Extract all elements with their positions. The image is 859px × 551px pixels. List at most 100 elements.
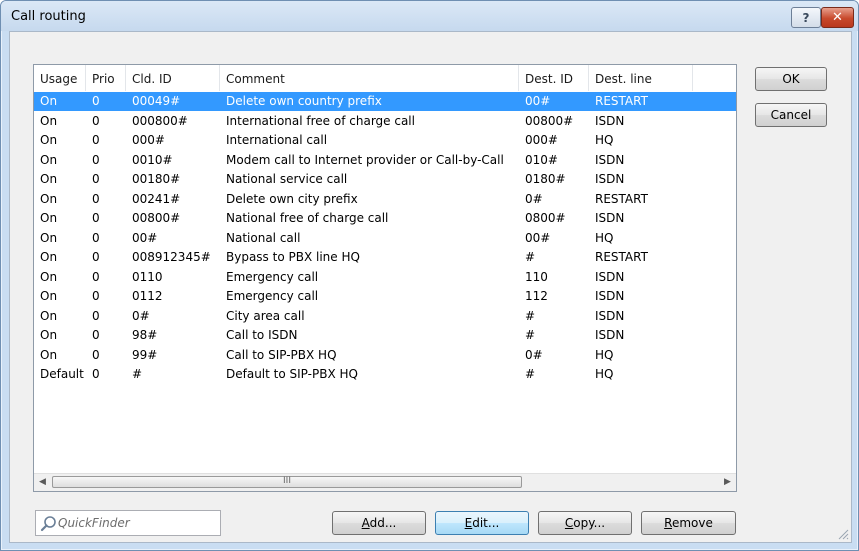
cell-dest-line: ISDN xyxy=(595,152,625,167)
cell-comment: City area call xyxy=(226,308,305,323)
cell-usage: On xyxy=(40,211,58,225)
cell-usage: On xyxy=(40,191,58,206)
scroll-thumb[interactable]: III xyxy=(52,476,522,488)
column-header-dest-line[interactable]: Dest. line xyxy=(589,65,693,91)
help-button[interactable]: ? xyxy=(791,7,821,28)
table-row[interactable]: On 0 0110 Emergency call 110 ISDN xyxy=(34,268,736,287)
cell-usage: On xyxy=(40,347,58,362)
column-header-cld-id[interactable]: Cld. ID xyxy=(126,65,220,91)
table-row[interactable]: On 0 98# Call to ISDN # ISDN xyxy=(34,326,736,345)
table-row[interactable]: On 0 00049# Delete own country prefix 00# RES… xyxy=(34,92,736,111)
cell-comment: Call to ISDN xyxy=(226,328,298,342)
call-routing-dialog: Call routing ? ✕ Usage Prio Cld. ID Comment… xyxy=(0,0,859,551)
cell-cld-id: # xyxy=(132,367,143,381)
cell-comment: International free of charge call xyxy=(226,113,415,128)
cell-usage: On xyxy=(40,308,58,323)
magnifier-icon xyxy=(40,516,56,532)
table-row[interactable]: On 0 000# International call 000# HQ xyxy=(34,131,736,150)
title-bar[interactable]: Call routing ? ✕ xyxy=(1,1,858,31)
close-button[interactable]: ✕ xyxy=(821,7,854,28)
copy-button-label: opy... xyxy=(573,516,606,530)
table-row[interactable]: On 0 008912345# Bypass to PBX line HQ # RESTA… xyxy=(34,248,736,267)
cell-dest-id: # xyxy=(525,328,536,342)
cell-dest-line: ISDN xyxy=(595,113,625,128)
scroll-left-icon[interactable]: ◀ xyxy=(34,474,51,491)
scroll-right-icon[interactable]: ▶ xyxy=(719,474,736,491)
table-row[interactable]: On 0 99# Call to SIP-PBX HQ 0# HQ xyxy=(34,346,736,365)
cell-prio: 0 xyxy=(92,328,100,342)
add-button[interactable]: Add... xyxy=(332,511,426,535)
cell-prio: 0 xyxy=(92,367,100,381)
cell-cld-id: 0110 xyxy=(132,269,163,284)
help-icon: ? xyxy=(802,10,810,25)
cell-dest-line: HQ xyxy=(595,133,614,147)
cell-comment: Modem call to Internet provider or Call-… xyxy=(226,152,504,167)
window-title: Call routing xyxy=(11,9,86,24)
cell-prio: 0 xyxy=(92,113,100,128)
table-row[interactable]: On 0 000800# International free of charge c… xyxy=(34,112,736,131)
column-header-comment[interactable]: Comment xyxy=(220,65,519,91)
column-header-dest-id[interactable]: Dest. ID xyxy=(519,65,589,91)
cell-usage: On xyxy=(40,269,58,284)
cell-comment: Delete own city prefix xyxy=(226,191,358,206)
cell-cld-id: 0112 xyxy=(132,289,163,303)
cell-dest-id: # xyxy=(525,308,536,323)
table-row[interactable]: On 0 00180# National service call 0180# ISDN xyxy=(34,170,736,189)
table-row[interactable]: On 0 0112 Emergency call 112 ISDN xyxy=(34,287,736,306)
cell-dest-line: ISDN xyxy=(595,328,625,342)
table-row[interactable]: On 0 00241# Delete own city prefix 0# RESTART xyxy=(34,190,736,209)
call-routing-table[interactable]: Usage Prio Cld. ID Comment Dest. ID Dest. lin… xyxy=(33,64,737,492)
cell-usage: On xyxy=(40,172,58,186)
cell-dest-line: HQ xyxy=(595,367,614,381)
table-row[interactable]: On 0 00800# National free of charge call 080… xyxy=(34,209,736,228)
cell-cld-id: 00241# xyxy=(132,191,181,206)
table-row[interactable]: Default 0 # Default to SIP-PBX HQ # HQ xyxy=(34,365,736,384)
copy-button[interactable]: Copy... xyxy=(538,511,632,535)
cell-dest-line: RESTART xyxy=(595,250,648,264)
cell-comment: Emergency call xyxy=(226,269,319,284)
table-row[interactable]: On 0 0010# Modem call to Internet provider … xyxy=(34,151,736,170)
cell-cld-id: 008912345# xyxy=(132,250,211,264)
resize-grip-icon[interactable] xyxy=(837,528,849,540)
remove-button[interactable]: Remove xyxy=(641,511,736,535)
cell-dest-line: ISDN xyxy=(595,269,625,284)
cell-dest-id: 00800# xyxy=(525,113,574,128)
cell-dest-id: 0180# xyxy=(525,172,566,186)
cell-comment: Bypass to PBX line HQ xyxy=(226,250,360,264)
cell-dest-id: 0# xyxy=(525,191,543,206)
cell-cld-id: 000# xyxy=(132,133,165,147)
horizontal-scrollbar[interactable]: ◀ III ▶ xyxy=(34,473,736,491)
cell-dest-id: # xyxy=(525,250,536,264)
cell-cld-id: 99# xyxy=(132,347,158,362)
column-header-usage[interactable]: Usage xyxy=(34,65,86,91)
cell-dest-id: 0800# xyxy=(525,211,566,225)
cell-prio: 0 xyxy=(92,230,100,245)
cell-dest-id: 000# xyxy=(525,133,558,147)
table-header: Usage Prio Cld. ID Comment Dest. ID Dest. lin… xyxy=(34,65,736,91)
cell-comment: Call to SIP-PBX HQ xyxy=(226,347,337,362)
cell-usage: On xyxy=(40,94,58,108)
cell-comment: Delete own country prefix xyxy=(226,94,382,108)
cell-cld-id: 000800# xyxy=(132,113,188,128)
table-row[interactable]: On 0 00# National call 00# HQ xyxy=(34,229,736,248)
cell-dest-line: RESTART xyxy=(595,191,648,206)
edit-button[interactable]: Edit... xyxy=(435,511,529,535)
ok-button[interactable]: OK xyxy=(755,67,827,91)
column-header-prio[interactable]: Prio xyxy=(86,65,126,91)
quickfinder-input[interactable]: QuickFinder xyxy=(35,510,221,536)
add-button-mnemonic: A xyxy=(361,516,370,530)
cell-dest-line: HQ xyxy=(595,230,614,245)
cell-dest-id: 00# xyxy=(525,94,551,108)
quickfinder-placeholder: QuickFinder xyxy=(58,516,130,530)
cancel-button[interactable]: Cancel xyxy=(755,103,827,127)
table-row[interactable]: On 0 0# City area call # ISDN xyxy=(34,307,736,326)
cell-usage: On xyxy=(40,328,58,342)
cell-cld-id: 0# xyxy=(132,308,150,323)
cell-comment: National free of charge call xyxy=(226,211,389,225)
close-icon: ✕ xyxy=(832,10,843,25)
cell-usage: On xyxy=(40,113,58,128)
cell-dest-line: ISDN xyxy=(595,172,625,186)
cell-prio: 0 xyxy=(92,152,100,167)
cell-comment: Default to SIP-PBX HQ xyxy=(226,367,358,381)
cell-dest-line: ISDN xyxy=(595,211,625,225)
